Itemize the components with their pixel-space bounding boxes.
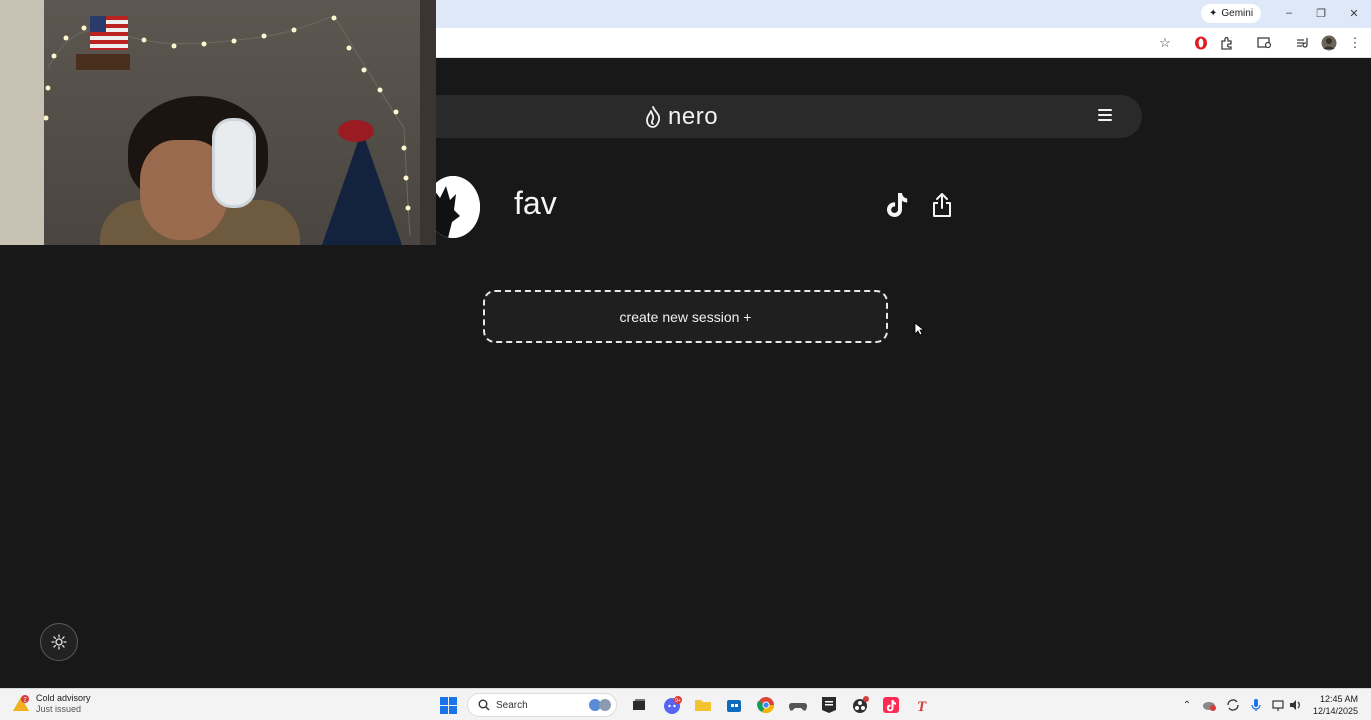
close-window-button[interactable]: ✕ xyxy=(1342,5,1366,21)
opera-extension-icon[interactable] xyxy=(1192,34,1210,52)
sun-icon xyxy=(51,634,67,650)
epic-games-icon[interactable] xyxy=(820,696,838,714)
tiktok-icon[interactable] xyxy=(885,191,909,219)
network-icon[interactable] xyxy=(1271,698,1285,712)
minimize-button[interactable]: – xyxy=(1277,5,1301,21)
discord-badge: 9+ xyxy=(675,698,681,704)
volume-icon[interactable] xyxy=(1288,698,1302,712)
chrome-icon[interactable] xyxy=(757,696,775,714)
weather-subtitle: Just issued xyxy=(36,704,82,714)
clock-time: 12:45 AM xyxy=(1319,694,1358,704)
hamburger-menu-icon[interactable] xyxy=(1098,109,1112,121)
search-label: Search xyxy=(496,699,528,711)
logo-text: nero xyxy=(668,103,719,130)
taskbar-search[interactable]: Search xyxy=(467,693,617,717)
extensions-puzzle-icon[interactable] xyxy=(1218,34,1236,52)
flag-decoration xyxy=(90,16,128,50)
search-highlight-icon xyxy=(589,699,611,711)
door xyxy=(0,0,44,245)
microsoft-store-icon[interactable] xyxy=(725,696,743,714)
windows-taskbar: 2 Cold advisory Just issued Search 9+ T xyxy=(0,688,1371,720)
clock-date: 12/14/2025 xyxy=(1312,706,1358,716)
typing-app-icon[interactable]: T xyxy=(913,696,931,715)
tab-search-icon[interactable] xyxy=(1256,34,1274,52)
weather-alert-icon: 2 xyxy=(12,695,30,713)
theme-toggle-button[interactable] xyxy=(40,623,78,661)
browser-menu-icon[interactable]: ⋮ xyxy=(1346,34,1364,52)
webcam-overlay xyxy=(0,0,436,245)
system-clock[interactable]: 12:45 AM 12/14/2025 xyxy=(1308,693,1358,717)
nero-logo[interactable]: nero xyxy=(644,103,718,131)
file-explorer-icon[interactable] xyxy=(694,696,712,714)
game-controller-icon[interactable] xyxy=(788,696,808,714)
chevron-up-icon[interactable]: ⌃ xyxy=(1180,698,1194,712)
sync-icon[interactable] xyxy=(1226,698,1240,712)
search-icon xyxy=(478,699,490,711)
gemini-sparkle-icon: ✦ xyxy=(1209,8,1218,19)
bookmark-star-icon[interactable]: ☆ xyxy=(1156,34,1174,52)
onedrive-icon[interactable] xyxy=(1202,698,1216,712)
christmas-tree xyxy=(322,130,402,245)
restore-button[interactable]: ❐ xyxy=(1309,5,1333,21)
discord-icon[interactable]: 9+ xyxy=(663,696,682,714)
svg-text:T: T xyxy=(917,699,927,714)
obs-icon[interactable] xyxy=(851,696,869,714)
headphones xyxy=(212,118,256,208)
create-new-session-button[interactable]: create new session + xyxy=(483,290,888,343)
profile-avatar[interactable] xyxy=(1320,34,1338,52)
tiktok-app-icon[interactable] xyxy=(882,696,900,714)
weather-title: Cold advisory xyxy=(36,693,91,703)
microphone-icon[interactable] xyxy=(1249,698,1263,712)
media-control-icon[interactable] xyxy=(1294,34,1312,52)
windows-start-icon[interactable] xyxy=(440,697,457,714)
profile-name: fav xyxy=(514,185,557,221)
flame-logo-icon xyxy=(646,106,661,128)
task-view-icon[interactable] xyxy=(630,696,648,714)
share-icon[interactable] xyxy=(931,192,953,218)
mouse-cursor-icon xyxy=(914,322,926,336)
gemini-button[interactable]: ✦ Gemini xyxy=(1201,4,1262,23)
gemini-label: Gemini xyxy=(1221,8,1254,19)
weather-widget[interactable]: 2 Cold advisory Just issued xyxy=(12,693,91,715)
